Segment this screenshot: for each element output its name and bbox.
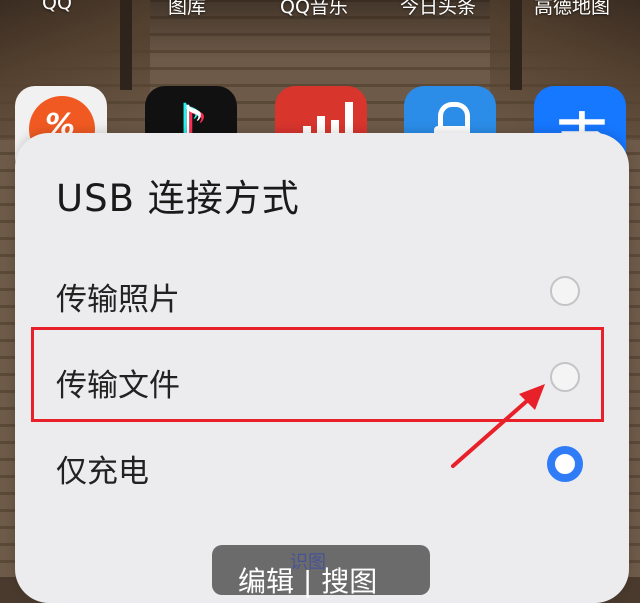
- annotation-arrow-icon: [451, 384, 545, 468]
- watermark-text: 识图: [290, 552, 326, 573]
